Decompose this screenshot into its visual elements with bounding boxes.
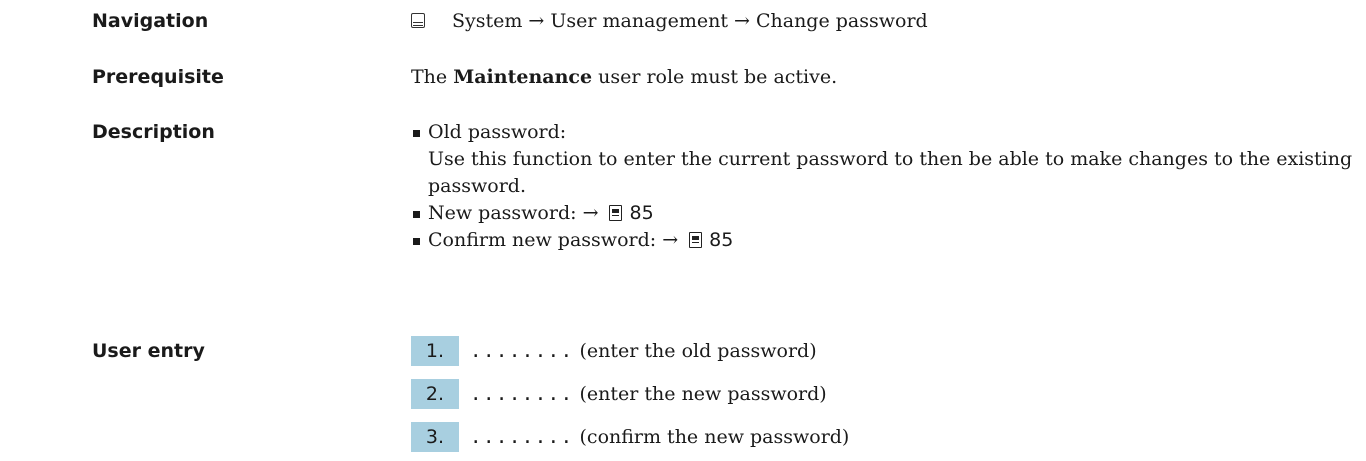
description-content: Old password: Use this function to enter… (411, 119, 1352, 254)
description-item-confirm-password: Confirm new password: → 85 (411, 227, 831, 254)
page-reference-icon[interactable] (609, 205, 623, 221)
description-item-new-password: New password: → 85 (411, 200, 831, 227)
description-item-title: Old password: (428, 121, 567, 143)
description-item-title: Confirm new password: (428, 229, 657, 251)
description-item-title: New password: (428, 202, 577, 224)
step-number: 3. (411, 422, 459, 452)
prerequisite-text: The Maintenance user role must be active… (411, 64, 837, 91)
page-reference-number[interactable]: 85 (709, 229, 733, 251)
arrow-icon: → (582, 202, 599, 224)
step-text: (confirm the new password) (579, 426, 850, 448)
step-2: 2. ........ (enter the new password) (411, 379, 827, 409)
menu-path-icon (411, 13, 425, 28)
step-number: 1. (411, 336, 459, 366)
step-1: 1. ........ (enter the old password) (411, 336, 817, 366)
page-reference-icon[interactable] (689, 232, 703, 248)
password-dots: ........ (470, 426, 574, 448)
description-list: Old password: Use this function to enter… (411, 119, 1352, 254)
step-3: 3. ........ (confirm the new password) (411, 422, 849, 452)
prerequisite-text-after: user role must be active. (592, 66, 838, 88)
step-text: (enter the old password) (579, 340, 817, 362)
prerequisite-label: Prerequisite (92, 66, 224, 88)
prerequisite-text-before: The (411, 66, 454, 88)
description-label: Description (92, 121, 215, 143)
step-number: 2. (411, 379, 459, 409)
user-entry-label: User entry (92, 340, 205, 362)
navigation-label: Navigation (92, 10, 209, 32)
arrow-icon: → (662, 229, 679, 251)
prerequisite-role: Maintenance (453, 66, 593, 88)
password-dots: ........ (470, 383, 574, 405)
password-dots: ........ (470, 340, 574, 362)
page-reference-number[interactable]: 85 (629, 202, 653, 224)
description-item-old-password: Old password: Use this function to enter… (411, 119, 1352, 200)
step-text: (enter the new password) (579, 383, 827, 405)
navigation-path: System → User management → Change passwo… (452, 10, 928, 32)
description-item-text: Use this function to enter the current p… (428, 148, 1353, 197)
